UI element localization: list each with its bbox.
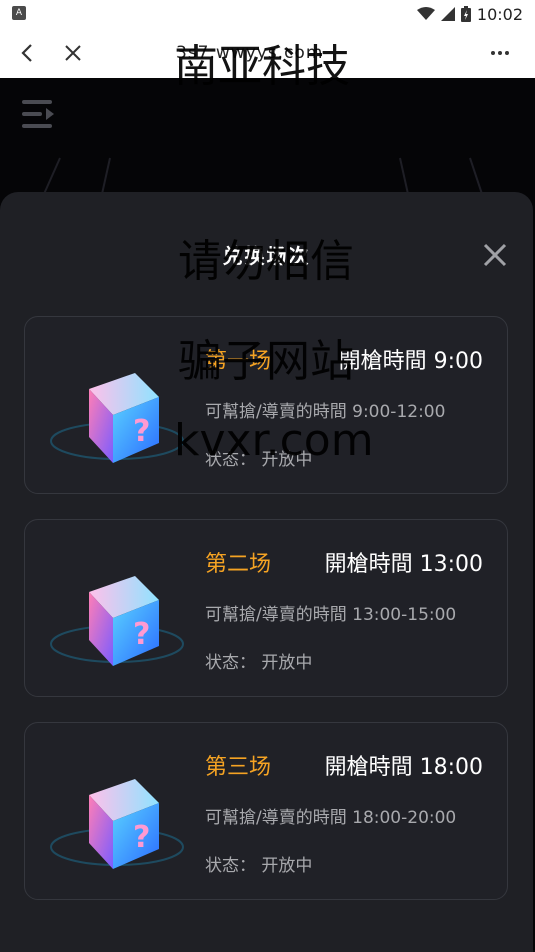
more-options-icon[interactable] (491, 51, 509, 55)
status-icons: 10:02 (416, 4, 523, 24)
purchase-window: 可幫搶/導賣的時間 18:00-20:00 (205, 808, 457, 828)
mystery-cube-icon: ? (50, 576, 184, 666)
open-time: 開槍時間 9:00 (338, 349, 483, 374)
session-name: 第三场 (205, 755, 272, 780)
status-time: 10:02 (476, 4, 523, 24)
wifi-icon (416, 7, 435, 20)
svg-text:?: ? (133, 820, 150, 855)
session-card-2[interactable]: ? 第二场 開槍時間 13:00 可幫搶/導賣的時間 13:00-15:00 状… (24, 519, 508, 697)
chevron-left-icon (21, 44, 32, 62)
watermark-line: 请勿相信 (178, 236, 354, 287)
close-icon (65, 45, 81, 61)
sheet-close-button[interactable] (478, 238, 512, 272)
open-time: 開槍時間 18:00 (324, 755, 483, 780)
watermark-line: 骗子网站 (178, 336, 354, 387)
close-page-button[interactable] (60, 40, 86, 66)
back-button[interactable] (14, 40, 40, 66)
svg-text:?: ? (133, 617, 150, 652)
close-icon (483, 243, 507, 267)
menu-icon[interactable] (22, 98, 56, 130)
mystery-cube-icon: ? (50, 779, 184, 869)
svg-text:?: ? (133, 414, 150, 449)
purchase-window: 可幫搶/導賣的時間 13:00-15:00 (205, 605, 457, 625)
watermark-line: kvxr.com (174, 415, 374, 466)
session-name: 第二场 (205, 552, 272, 577)
status-bar: A 10:02 (0, 0, 535, 28)
session-card-3[interactable]: ? 第三场 開槍時間 18:00 可幫搶/導賣的時間 18:00-20:00 状… (24, 722, 508, 900)
session-sheet: 兑换场次 ? 第一场 開槍時間 9:00 可幫搶/導賣的時間 9:00-12:0… (0, 192, 533, 952)
app-notification-icon: A (12, 6, 26, 20)
cell-signal-icon (440, 7, 455, 21)
mystery-cube-icon: ? (50, 373, 184, 463)
watermark-line: 南亚科技 (174, 41, 350, 92)
open-time: 開槍時間 13:00 (324, 552, 483, 577)
session-status: 状态： 开放中 (205, 856, 313, 876)
session-status: 状态： 开放中 (205, 653, 313, 673)
battery-icon (460, 6, 471, 22)
